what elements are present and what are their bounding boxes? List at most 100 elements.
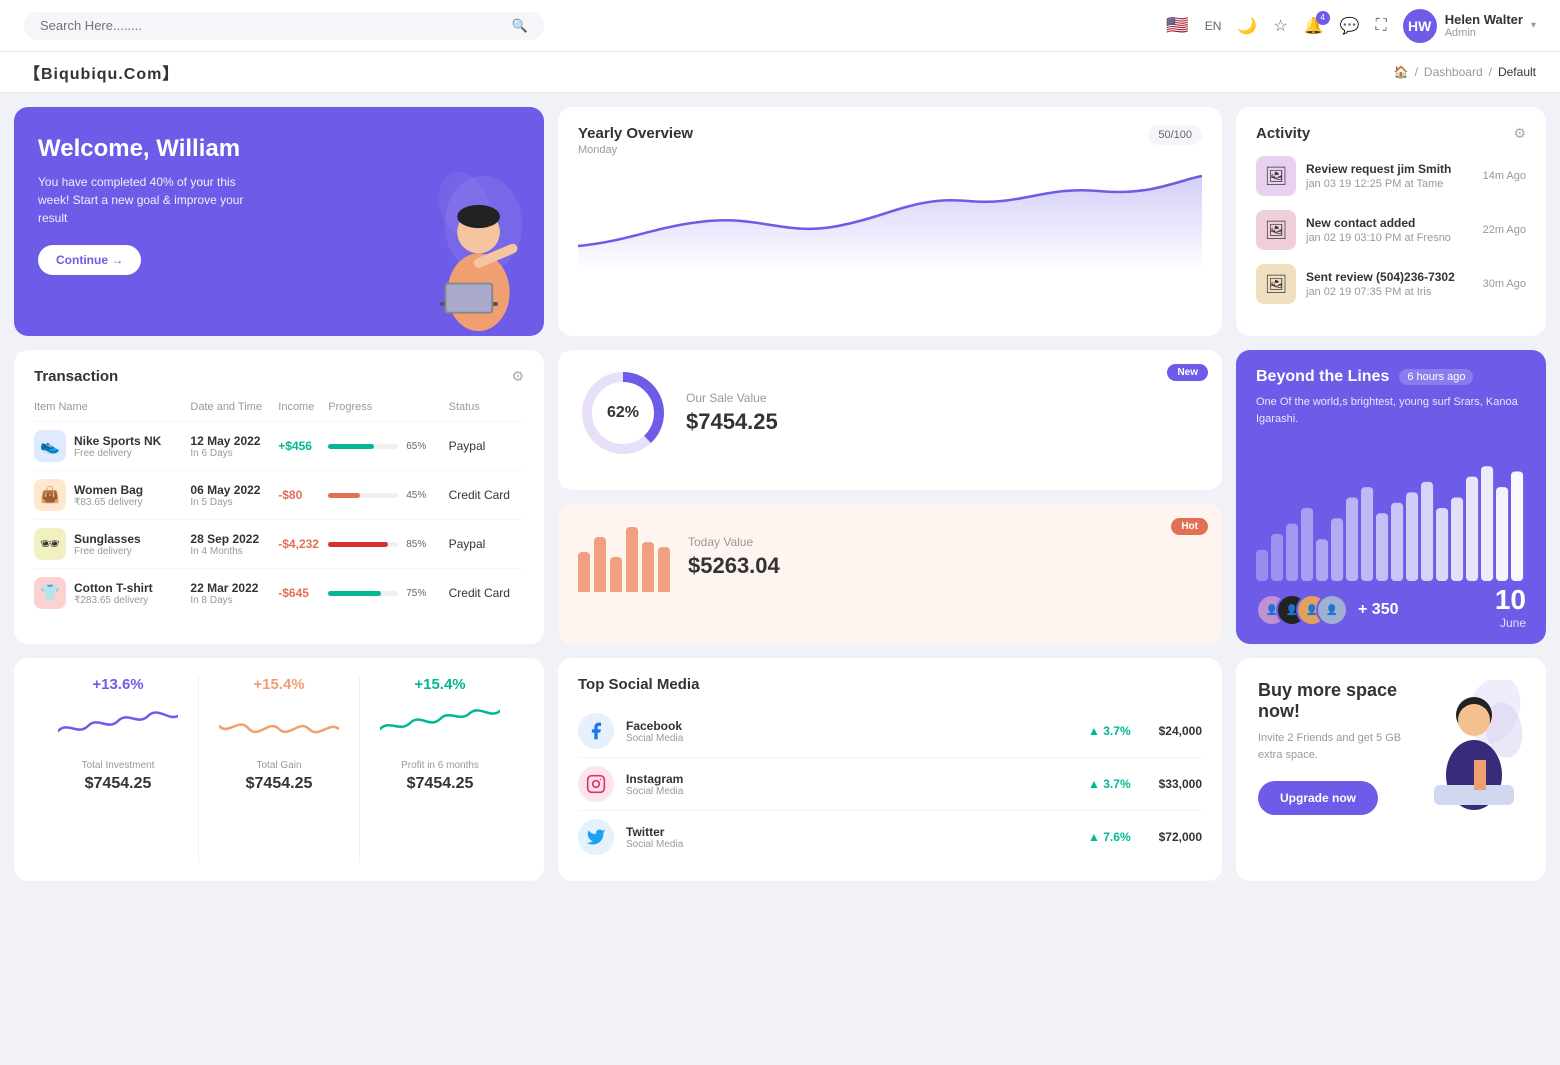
top-navigation: 🔍 🇺🇸 EN 🌙 ☆ 🔔4 💬 ⛶ HW Helen Walter Admin… xyxy=(0,0,1560,52)
expand-icon[interactable]: ⛶ xyxy=(1376,17,1387,35)
social-type: Social Media xyxy=(626,786,683,797)
buyspace-desc: Invite 2 Friends and get 5 GB extra spac… xyxy=(1258,730,1404,763)
progress-fill xyxy=(328,591,381,596)
stat-gain-pct: +15.4% xyxy=(211,676,347,693)
transaction-settings-icon[interactable]: ⚙ xyxy=(511,368,524,385)
beyond-bar xyxy=(1436,508,1448,581)
breadcrumb-sep1: / xyxy=(1415,65,1418,79)
cell-date: 06 May 2022 In 5 Days xyxy=(190,471,278,520)
item-name: Women Bag xyxy=(74,483,143,497)
col-status: Status xyxy=(449,401,524,422)
sale-value-card: New 62% Our Sale Value $7454.25 xyxy=(558,350,1222,490)
yearly-chart xyxy=(578,166,1202,266)
pct-label: 65% xyxy=(406,441,426,452)
social-pct: ▲ 3.7% xyxy=(1088,724,1131,738)
avatar-4: 👤 xyxy=(1316,594,1348,626)
flag-icon[interactable]: 🇺🇸 xyxy=(1166,15,1188,36)
activity-header: Activity ⚙ xyxy=(1256,125,1526,142)
cell-progress: 85% xyxy=(328,520,448,569)
progress-bar xyxy=(328,444,398,449)
act-sub: jan 02 19 03:10 PM at Fresno xyxy=(1306,232,1473,244)
cell-income: -$4,232 xyxy=(278,520,328,569)
star-icon[interactable]: ☆ xyxy=(1273,16,1287,36)
beyond-header: Beyond the Lines 6 hours ago xyxy=(1256,368,1526,386)
activity-list: 🖼 Review request jim Smith jan 03 19 12:… xyxy=(1256,156,1526,304)
wave-investment xyxy=(58,701,178,749)
item-thumb: 🕶 xyxy=(34,528,66,560)
breadcrumb: 🏠 / Dashboard / Default xyxy=(1394,65,1536,79)
act-info: New contact added jan 02 19 03:10 PM at … xyxy=(1306,216,1473,244)
cell-progress: 45% xyxy=(328,471,448,520)
today-info: Today Value $5263.04 xyxy=(688,535,780,579)
social-type: Social Media xyxy=(626,733,683,744)
notification-badge: 4 xyxy=(1316,11,1330,25)
user-name: Helen Walter xyxy=(1445,12,1523,27)
wave-profit xyxy=(380,701,500,749)
beyond-bar xyxy=(1481,466,1493,581)
act-time: 22m Ago xyxy=(1483,224,1526,236)
col-item: Item Name xyxy=(34,401,190,422)
moon-icon[interactable]: 🌙 xyxy=(1237,16,1257,36)
activity-card: Activity ⚙ 🖼 Review request jim Smith ja… xyxy=(1236,107,1546,336)
cell-income: -$645 xyxy=(278,569,328,618)
activity-thumb: 🖼 xyxy=(1256,156,1296,196)
progress-fill xyxy=(328,444,374,449)
cell-item: 👜 Women Bag ₹83.65 delivery xyxy=(34,471,190,520)
social-val: $33,000 xyxy=(1159,777,1202,791)
cell-progress: 65% xyxy=(328,422,448,471)
upgrade-button[interactable]: Upgrade now xyxy=(1258,781,1378,815)
activity-item: 🖼 Review request jim Smith jan 03 19 12:… xyxy=(1256,156,1526,196)
beyond-day: 10 xyxy=(1495,584,1526,616)
continue-button[interactable]: Continue → xyxy=(38,245,141,275)
social-val: $24,000 xyxy=(1159,724,1202,738)
activity-item: 🖼 Sent review (504)236-7302 jan 02 19 07… xyxy=(1256,264,1526,304)
item-name: Cotton T-shirt xyxy=(74,581,153,595)
activity-settings-icon[interactable]: ⚙ xyxy=(1513,125,1526,142)
beyond-bar xyxy=(1301,508,1313,581)
breadcrumb-bar: 【Biqubiqu.Com】 🏠 / Dashboard / Default xyxy=(0,52,1560,93)
act-time: 30m Ago xyxy=(1483,278,1526,290)
notification-icon[interactable]: 🔔4 xyxy=(1304,16,1324,36)
progress-fill xyxy=(328,542,388,547)
home-icon[interactable]: 🏠 xyxy=(1394,65,1409,79)
chat-icon[interactable]: 💬 xyxy=(1340,16,1360,36)
beyond-desc: One Of the world,s brightest, young surf… xyxy=(1256,394,1526,427)
beyond-bar xyxy=(1391,503,1403,581)
sale-info: Our Sale Value $7454.25 xyxy=(686,391,778,435)
search-icon: 🔍 xyxy=(512,18,528,34)
beyond-month: June xyxy=(1495,616,1526,630)
main-row3: +13.6% Total Investment $7454.25 +15.4% … xyxy=(0,658,1560,895)
item-thumb: 👜 xyxy=(34,479,66,511)
col-date: Date and Time xyxy=(190,401,278,422)
cell-date: 12 May 2022 In 6 Days xyxy=(190,422,278,471)
cell-status: Credit Card xyxy=(449,471,524,520)
cell-item: 🕶 Sunglasses Free delivery xyxy=(34,520,190,569)
transaction-title: Transaction xyxy=(34,368,118,385)
sale-content: 62% Our Sale Value $7454.25 xyxy=(578,368,1202,458)
stat-profit: +15.4% Profit in 6 months $7454.25 xyxy=(360,676,520,863)
social-list: Facebook Social Media ▲ 3.7% $24,000 Ins… xyxy=(578,705,1202,863)
breadcrumb-dashboard[interactable]: Dashboard xyxy=(1424,65,1483,79)
table-row: 🕶 Sunglasses Free delivery 28 Sep 2022 I… xyxy=(34,520,524,569)
stat-gain-label: Total Gain xyxy=(211,760,347,771)
cell-income: +$456 xyxy=(278,422,328,471)
wave-gain xyxy=(219,701,339,749)
search-input[interactable] xyxy=(40,18,504,33)
beyond-bar xyxy=(1451,498,1463,581)
cell-income: -$80 xyxy=(278,471,328,520)
transaction-table: Item Name Date and Time Income Progress … xyxy=(34,401,524,617)
bar-item xyxy=(610,557,622,592)
beyond-bar xyxy=(1361,487,1373,581)
item-name: Sunglasses xyxy=(74,532,141,546)
social-pct: ▲ 3.7% xyxy=(1088,777,1131,791)
yearly-sub: Monday xyxy=(578,144,1202,156)
user-menu[interactable]: HW Helen Walter Admin ▾ xyxy=(1403,9,1536,43)
search-bar[interactable]: 🔍 xyxy=(24,12,544,40)
lang-label[interactable]: EN xyxy=(1205,19,1222,33)
act-title: Sent review (504)236-7302 xyxy=(1306,270,1473,284)
brand-logo: 【Biqubiqu.Com】 xyxy=(24,60,179,84)
pct-label: 75% xyxy=(406,588,426,599)
transaction-header: Transaction ⚙ xyxy=(34,368,524,385)
stat-profit-pct: +15.4% xyxy=(372,676,508,693)
buy-space-card: Buy more space now! Invite 2 Friends and… xyxy=(1236,658,1546,881)
